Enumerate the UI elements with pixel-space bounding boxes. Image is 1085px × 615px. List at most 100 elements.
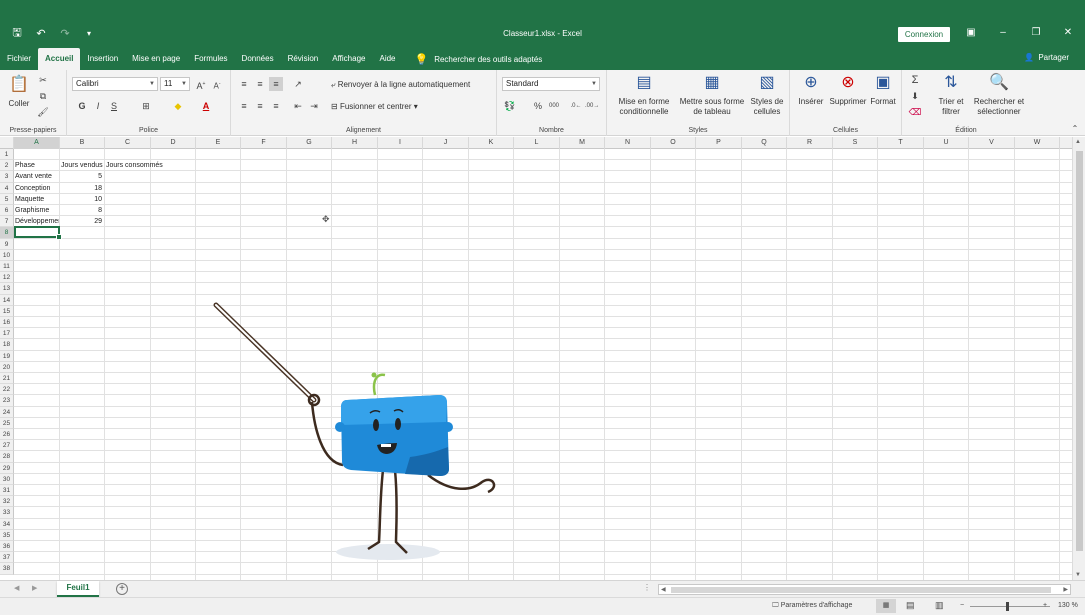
scroll-right-icon[interactable]: ▶ — [1063, 586, 1068, 593]
cell[interactable]: 10 — [61, 194, 104, 205]
cell[interactable]: Phase — [15, 160, 59, 171]
horizontal-scroll-thumb[interactable] — [671, 587, 1051, 593]
align-center-icon[interactable]: ≡ — [253, 99, 267, 113]
column-header-t[interactable]: T — [878, 137, 924, 149]
tab-insertion[interactable]: Insertion — [80, 48, 125, 70]
page-break-view-icon[interactable]: ▥ — [935, 600, 944, 611]
wrap-text-button[interactable]: ⤶ Renvoyer à la ligne automatiquement — [331, 80, 470, 90]
column-header-a[interactable]: A — [14, 137, 60, 149]
page-layout-view-icon[interactable]: ▤ — [906, 600, 915, 611]
column-header-q[interactable]: Q — [742, 137, 787, 149]
column-header-o[interactable]: O — [651, 137, 696, 149]
row-header[interactable]: 25 — [0, 417, 14, 429]
row-header[interactable]: 19 — [0, 350, 14, 362]
row-header[interactable]: 10 — [0, 249, 14, 261]
copy-icon[interactable]: ⧉ — [36, 89, 50, 103]
select-all-corner[interactable] — [0, 137, 14, 149]
column-header-c[interactable]: C — [105, 137, 151, 149]
number-format-dropdown[interactable]: Standard ▼ — [502, 77, 600, 91]
tab-revision[interactable]: Révision — [281, 48, 326, 70]
row-header[interactable]: 31 — [0, 485, 14, 497]
row-header[interactable]: 4 — [0, 182, 14, 194]
column-header-d[interactable]: D — [151, 137, 196, 149]
fill-color-icon[interactable]: ◆ — [171, 99, 185, 113]
row-header[interactable]: 13 — [0, 283, 14, 295]
increase-decimal-icon[interactable]: .0← — [569, 99, 583, 113]
tab-aide[interactable]: Aide — [372, 48, 402, 70]
clear-icon[interactable]: ⌫ — [908, 105, 922, 119]
column-header-i[interactable]: I — [378, 137, 423, 149]
font-color-icon[interactable]: A — [199, 99, 213, 113]
italic-icon[interactable]: I — [91, 99, 105, 113]
column-header-j[interactable]: J — [423, 137, 469, 149]
column-header-r[interactable]: R — [787, 137, 833, 149]
align-right-icon[interactable]: ≡ — [269, 99, 283, 113]
column-header-m[interactable]: M — [560, 137, 605, 149]
row-header[interactable]: 8 — [0, 227, 14, 239]
decrease-indent-icon[interactable]: ⇤ — [291, 99, 305, 113]
next-sheet-icon[interactable]: ▶ — [32, 584, 37, 592]
row-header[interactable]: 30 — [0, 473, 14, 485]
row-header[interactable]: 17 — [0, 328, 14, 340]
column-header-l[interactable]: L — [514, 137, 560, 149]
row-header[interactable]: 22 — [0, 384, 14, 396]
spreadsheet-grid[interactable]: ABCDEFGHIJKLMNOPQRSTUVW 1 2 3 4 5 6 7 8 9 10 11 12 1… — [0, 137, 1072, 580]
vertical-scroll-thumb[interactable] — [1076, 151, 1083, 551]
cell[interactable]: Avant vente — [15, 171, 59, 182]
row-header[interactable]: 27 — [0, 440, 14, 452]
horizontal-scrollbar[interactable]: ◀ ▶ — [658, 584, 1071, 595]
paste-button[interactable]: 📋 Coller — [4, 74, 34, 109]
column-header-g[interactable]: G — [287, 137, 332, 149]
currency-icon[interactable]: 💱 — [503, 99, 517, 113]
row-header[interactable]: 11 — [0, 261, 14, 273]
row-header[interactable]: 5 — [0, 193, 14, 205]
tab-fichier[interactable]: Fichier — [0, 48, 38, 70]
ribbon-display-options-icon[interactable]: ▣ — [963, 27, 979, 38]
column-header-p[interactable]: P — [696, 137, 742, 149]
scroll-left-icon[interactable]: ◀ — [661, 586, 666, 593]
conditional-format-button[interactable]: ▤ Mise en forme conditionnelle — [611, 72, 677, 117]
tab-accueil[interactable]: Accueil — [38, 48, 81, 70]
cell[interactable]: Graphisme — [15, 205, 59, 216]
row-header[interactable]: 37 — [0, 552, 14, 564]
column-header-h[interactable]: H — [332, 137, 378, 149]
cut-icon[interactable]: ✂ — [36, 73, 50, 87]
tab-affichage[interactable]: Affichage — [325, 48, 372, 70]
row-header[interactable]: 18 — [0, 339, 14, 351]
row-header[interactable]: 9 — [0, 238, 14, 250]
align-left-icon[interactable]: ≡ — [237, 99, 251, 113]
cell[interactable]: Conception — [15, 183, 59, 194]
delete-button[interactable]: ⊗ Supprimer — [828, 72, 868, 107]
column-header-v[interactable]: V — [969, 137, 1015, 149]
column-header-w[interactable]: W — [1015, 137, 1060, 149]
row-header[interactable]: 21 — [0, 373, 14, 385]
row-header[interactable]: 3 — [0, 171, 14, 183]
row-header[interactable]: 36 — [0, 541, 14, 553]
tab-donnees[interactable]: Données — [235, 48, 281, 70]
row-header[interactable]: 29 — [0, 462, 14, 474]
tab-formules[interactable]: Formules — [187, 48, 234, 70]
cell[interactable]: Jours consommés — [106, 160, 186, 171]
column-header-k[interactable]: K — [469, 137, 514, 149]
tab-split-handle-icon[interactable]: ⋮ — [643, 583, 651, 592]
row-header[interactable]: 15 — [0, 305, 14, 317]
thousands-icon[interactable]: 000 — [547, 99, 561, 113]
cell-styles-button[interactable]: ▧ Styles de cellules — [747, 72, 787, 117]
close-icon[interactable]: ✕ — [1060, 27, 1076, 38]
signin-button[interactable]: Connexion — [898, 27, 950, 42]
column-header-e[interactable]: E — [196, 137, 241, 149]
zoom-slider[interactable] — [970, 606, 1050, 607]
underline-icon[interactable]: S — [107, 99, 121, 113]
minimize-icon[interactable]: – — [995, 27, 1011, 38]
row-header[interactable]: 34 — [0, 518, 14, 530]
column-header-n[interactable]: N — [605, 137, 651, 149]
scroll-up-icon[interactable]: ▲ — [1075, 139, 1081, 145]
cell[interactable]: 8 — [61, 205, 104, 216]
autosum-icon[interactable]: Σ — [908, 73, 922, 87]
insert-button[interactable]: ⊕ Insérer — [794, 72, 828, 107]
column-header-s[interactable]: S — [833, 137, 878, 149]
sort-filter-button[interactable]: ⇅ Trier et filtrer — [930, 72, 972, 117]
column-header-u[interactable]: U — [924, 137, 969, 149]
percent-icon[interactable]: % — [531, 99, 545, 113]
decrease-decimal-icon[interactable]: .00→ — [585, 99, 599, 113]
